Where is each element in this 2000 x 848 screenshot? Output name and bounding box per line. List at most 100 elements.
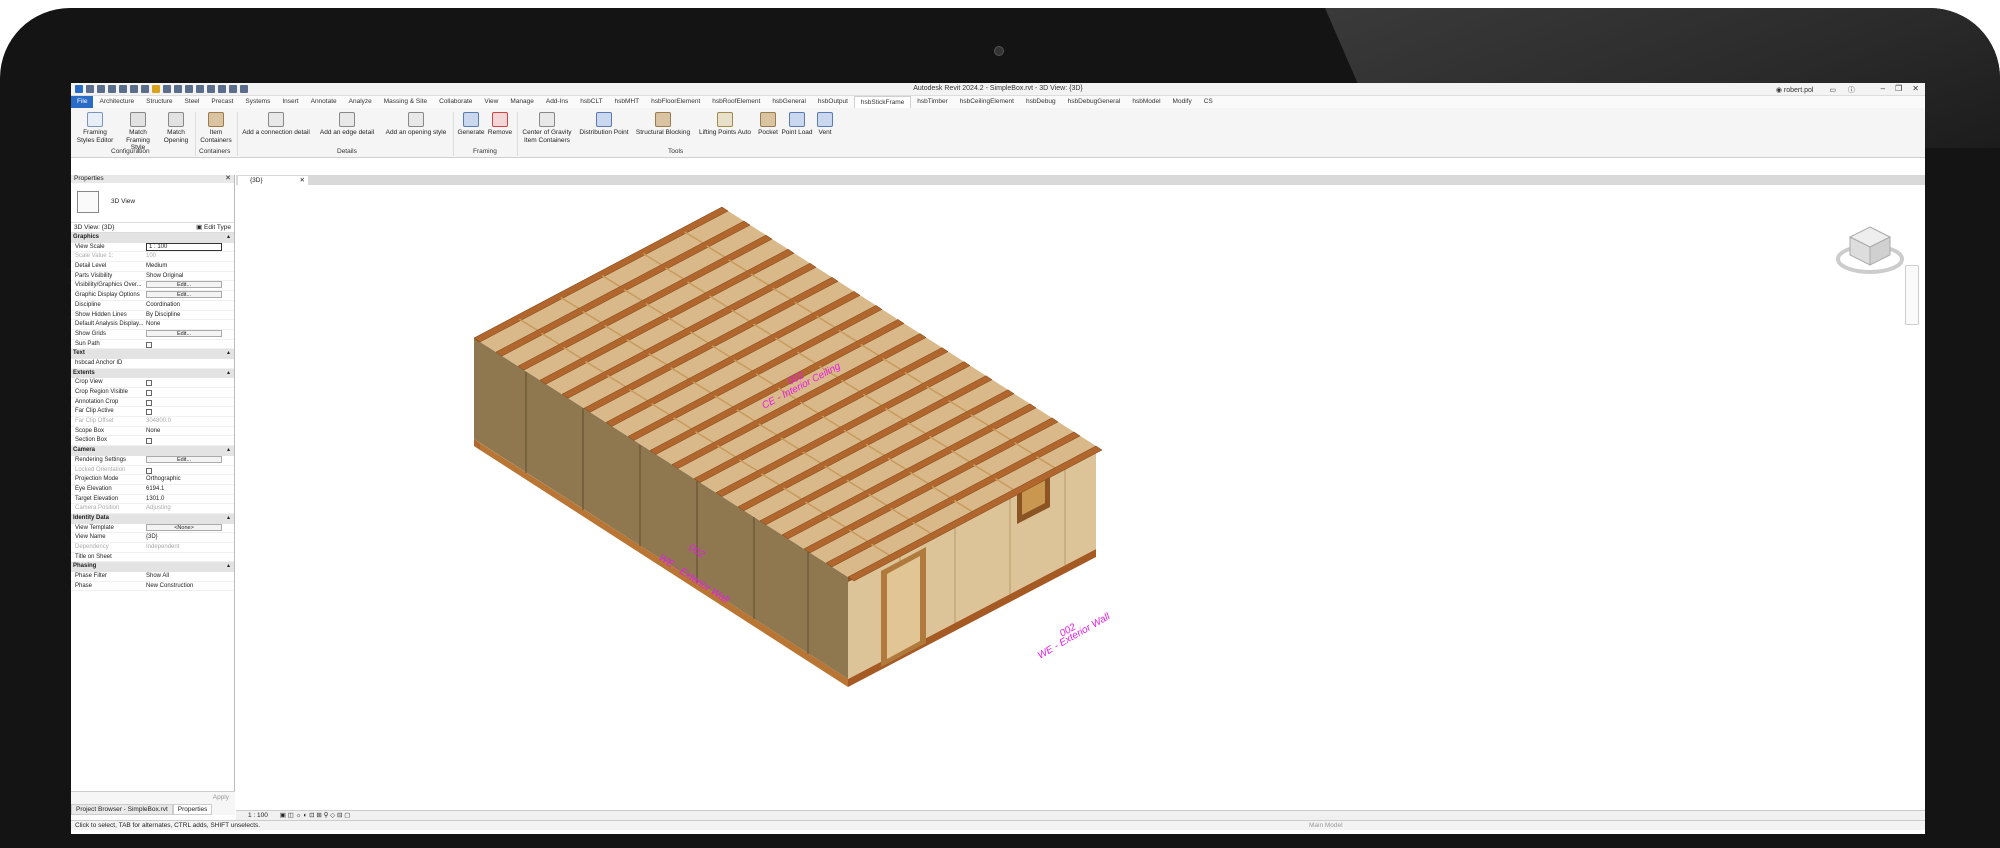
group-identity[interactable]: Identity Data — [71, 513, 234, 524]
prop-value[interactable] — [146, 553, 234, 562]
tab-hsbdebug[interactable]: hsbDebug — [1020, 96, 1062, 108]
tab-annotate[interactable]: Annotate — [305, 96, 343, 108]
group-extents[interactable]: Extents — [71, 368, 234, 379]
prop-value[interactable] — [146, 378, 234, 387]
group-graphics[interactable]: Graphics — [71, 233, 234, 243]
prop-edit-button[interactable]: Edit... — [146, 281, 222, 289]
user-account[interactable]: ◉ robert.pol ▭ ⓘ — [1776, 85, 1855, 95]
apply-button[interactable]: Apply — [213, 794, 229, 801]
prop-value[interactable] — [146, 436, 234, 445]
structural-blocking-button[interactable]: Structural Blocking — [633, 112, 693, 137]
prop-checkbox[interactable] — [146, 409, 152, 416]
properties-tab[interactable]: Properties — [172, 804, 213, 815]
prop-value[interactable]: None — [146, 427, 234, 436]
prop-checkbox[interactable] — [146, 390, 152, 396]
vent-button[interactable]: Vent — [815, 112, 835, 137]
lifting-points-button[interactable]: Lifting Points Auto — [697, 112, 753, 137]
view-tab-3d[interactable]: {3D} ✕ — [238, 176, 308, 185]
active-model[interactable]: Main Model — [1309, 821, 1343, 831]
tab-hsbfloorelement[interactable]: hsbFloorElement — [645, 96, 706, 108]
instance-selector-label[interactable]: 3D View: {3D} — [74, 224, 114, 231]
prop-value[interactable]: Edit... — [146, 291, 234, 300]
add-edge-detail-button[interactable]: Add an edge detail — [317, 112, 377, 137]
center-of-gravity-button[interactable]: Center of Gravity Item Containers — [519, 112, 575, 144]
prop-input[interactable]: 1 : 100 — [146, 242, 222, 251]
prop-value[interactable]: {3D} — [146, 533, 234, 542]
prop-checkbox[interactable] — [146, 380, 152, 387]
restore-icon[interactable]: ❐ — [1895, 84, 1902, 93]
tab-cs[interactable]: CS — [1198, 96, 1219, 108]
item-containers-button[interactable]: Item Containers — [198, 112, 234, 144]
tab-systems[interactable]: Systems — [239, 96, 276, 108]
prop-value[interactable]: 1301.0 — [146, 495, 234, 504]
prop-checkbox[interactable] — [146, 341, 152, 348]
username[interactable]: robert.pol — [1784, 87, 1814, 94]
prop-value[interactable]: New Construction — [146, 582, 234, 591]
tab-precast[interactable]: Precast — [205, 96, 239, 108]
tab-massing-site[interactable]: Massing & Site — [378, 96, 433, 108]
tab-architecture[interactable]: Architecture — [93, 96, 140, 108]
edit-type-button[interactable]: ▣ Edit Type — [196, 223, 231, 233]
distribution-point-button[interactable]: Distribution Point — [577, 112, 631, 137]
cart-icon[interactable]: ▭ — [1829, 87, 1836, 94]
group-text[interactable]: Text — [71, 349, 234, 359]
prop-value[interactable]: Edit... — [146, 281, 234, 290]
type-selector[interactable]: 3D View — [71, 183, 234, 223]
prop-value[interactable]: 1 : 100 — [146, 242, 234, 252]
view-scale[interactable]: 1 : 100 — [248, 812, 268, 819]
navigation-bar[interactable] — [1905, 265, 1919, 325]
detail-level-icon[interactable]: ▣ ◫ ☼ ◐ ⊡ ⊞ ⚲ ◇ ⊟ ▢ — [280, 812, 351, 819]
project-browser-tab[interactable]: Project Browser - SimpleBox.rvt — [71, 804, 173, 815]
tab-analyze[interactable]: Analyze — [343, 96, 378, 108]
prop-checkbox[interactable] — [146, 399, 152, 406]
tab-add-ins[interactable]: Add-Ins — [540, 96, 574, 108]
framing-styles-editor-button[interactable]: Framing Styles Editor — [74, 112, 116, 144]
prop-value[interactable] — [146, 407, 234, 416]
tab-hsbmht[interactable]: hsbMHT — [609, 96, 646, 108]
prop-edit-button[interactable]: <None> — [146, 523, 222, 531]
prop-value[interactable] — [146, 340, 234, 349]
group-camera[interactable]: Camera — [71, 446, 234, 456]
tab-hsbclt[interactable]: hsbCLT — [574, 96, 608, 108]
instance-selector[interactable]: 3D View: {3D} ▣ Edit Type — [71, 223, 234, 233]
prop-value[interactable]: Coordination — [146, 301, 234, 310]
prop-value[interactable]: Show Original — [146, 272, 234, 281]
tab-hsbtimber[interactable]: hsbTimber — [911, 96, 953, 108]
add-opening-style-button[interactable]: Add an opening style — [383, 112, 449, 137]
prop-value[interactable]: Edit... — [146, 329, 234, 339]
group-phasing[interactable]: Phasing — [71, 562, 234, 573]
prop-value[interactable] — [146, 388, 234, 397]
match-opening-button[interactable]: Match Opening — [161, 112, 191, 144]
prop-value[interactable]: By Discipline — [146, 311, 234, 320]
prop-edit-button[interactable]: Edit... — [146, 455, 222, 463]
tab-hsbstickframe[interactable]: hsbStickFrame — [853, 96, 912, 108]
close-view-icon[interactable]: ✕ — [300, 176, 305, 185]
pocket-button[interactable]: Pocket — [757, 112, 779, 137]
help-icon[interactable]: ⓘ — [1848, 87, 1855, 94]
remove-button[interactable]: Remove — [487, 112, 513, 137]
3d-viewport[interactable]: 002 CE - Interior Ceiling 002 WE - Exter… — [236, 185, 1925, 811]
tab-hsbdebuggeneral[interactable]: hsbDebugGeneral — [1062, 96, 1127, 108]
prop-edit-button[interactable]: Edit... — [146, 291, 222, 299]
generate-button[interactable]: Generate — [457, 112, 485, 137]
tab-hsbceilingelement[interactable]: hsbCeilingElement — [954, 96, 1020, 108]
point-load-button[interactable]: Point Load — [781, 112, 813, 137]
tab-modify[interactable]: Modify — [1167, 96, 1198, 108]
tab-hsbroofelement[interactable]: hsbRoofElement — [706, 96, 766, 108]
tab-hsboutput[interactable]: hsbOutput — [812, 96, 854, 108]
tab-view[interactable]: View — [478, 96, 504, 108]
prop-value[interactable]: Edit... — [146, 455, 234, 465]
prop-value[interactable]: Orthographic — [146, 475, 234, 484]
tab-insert[interactable]: Insert — [276, 96, 304, 108]
tab-steel[interactable]: Steel — [179, 96, 206, 108]
prop-value[interactable] — [146, 359, 234, 368]
tab-hsbmodel[interactable]: hsbModel — [1126, 96, 1166, 108]
tab-manage[interactable]: Manage — [504, 96, 540, 108]
match-framing-style-button[interactable]: Match Framing Style — [119, 112, 157, 152]
minimize-icon[interactable]: – — [1881, 84, 1885, 93]
prop-value[interactable]: Medium — [146, 262, 234, 271]
prop-value[interactable]: 6194.1 — [146, 485, 234, 494]
tab-hsbgeneral[interactable]: hsbGeneral — [766, 96, 812, 108]
prop-value[interactable]: None — [146, 320, 234, 329]
prop-value[interactable]: <None> — [146, 523, 234, 533]
